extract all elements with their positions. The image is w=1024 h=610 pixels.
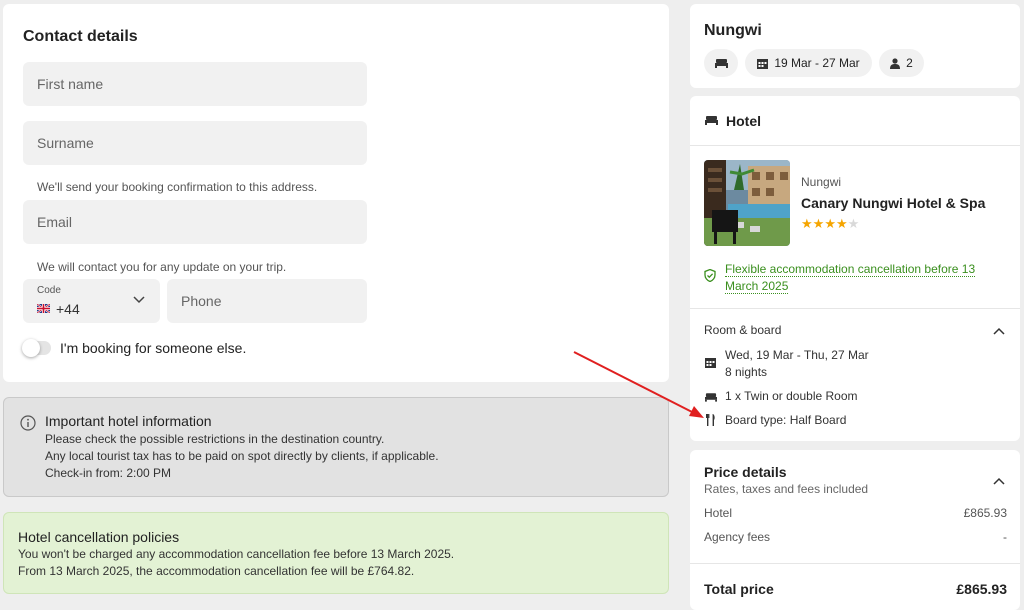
divider <box>690 145 1020 146</box>
star-icon: ★ <box>801 216 813 231</box>
price-details-subtitle: Rates, taxes and fees included <box>704 482 869 496</box>
info-icon <box>20 415 36 431</box>
country-code-value: +44 <box>56 301 80 317</box>
hotel-section-title: Hotel <box>726 113 761 129</box>
email-input[interactable] <box>23 200 367 244</box>
booking-for-someone-toggle[interactable] <box>22 339 51 357</box>
guests-pill: 2 <box>879 49 924 77</box>
country-code-select[interactable]: Code +44 <box>23 279 160 323</box>
cancellation-policy-box: Hotel cancellation policies You won't be… <box>3 512 669 594</box>
stay-nights: 8 nights <box>725 365 768 379</box>
star-icon: ★ <box>824 216 836 231</box>
phone-input[interactable] <box>167 279 367 323</box>
hotel-info-box: Important hotel information Please check… <box>3 397 669 497</box>
hotel-star-rating: ★★★★★ <box>801 215 859 233</box>
price-agency-value: - <box>1003 530 1007 544</box>
uk-flag-icon <box>37 304 50 313</box>
hotel-location: Nungwi <box>801 175 842 189</box>
total-price-label: Total price <box>704 581 774 597</box>
dates-pill: 19 Mar - 27 Mar <box>745 49 872 77</box>
bed-icon <box>714 58 728 68</box>
flexible-cancellation-text-1: Flexible accommodation cancellation befo… <box>725 262 976 277</box>
flexible-cancellation-link[interactable]: Flexible accommodation cancellation befo… <box>725 261 1005 295</box>
price-details-collapse-chevron-up-icon[interactable] <box>993 477 1005 485</box>
hotel-info-line-2: Any local tourist tax has to be paid on … <box>45 449 439 463</box>
email-hint: We'll send your booking confirmation to … <box>37 180 318 194</box>
trip-summary-card: Nungwi 19 Mar - 27 Mar 2 <box>690 4 1020 88</box>
hotel-info-line-3: Check-in from: 2:00 PM <box>45 466 172 480</box>
cancellation-line-1: You won't be charged any accommodation c… <box>18 547 455 561</box>
total-price-value: £865.93 <box>956 581 1007 597</box>
price-agency-label: Agency fees <box>704 530 771 544</box>
divider <box>690 563 1020 564</box>
cancellation-title: Hotel cancellation policies <box>18 529 180 545</box>
person-icon <box>890 57 901 69</box>
fork-knife-icon <box>706 414 716 426</box>
star-empty-icon: ★ <box>847 216 860 231</box>
hotel-pill <box>704 49 738 77</box>
shield-check-icon <box>704 269 716 282</box>
room-type: 1 x Twin or double Room <box>725 389 858 403</box>
calendar-icon <box>705 357 716 368</box>
star-icon: ★ <box>835 216 848 231</box>
code-label: Code <box>37 285 61 296</box>
price-details-card: Price details Rates, taxes and fees incl… <box>690 450 1020 610</box>
room-board-collapse-chevron-up-icon[interactable] <box>993 327 1005 335</box>
guests-count: 2 <box>906 56 913 70</box>
price-hotel-label: Hotel <box>704 506 733 520</box>
chevron-down-icon <box>133 296 145 304</box>
board-type: Board type: Half Board <box>725 413 847 427</box>
stay-dates: Wed, 19 Mar - Thu, 27 Mar <box>725 348 869 362</box>
price-details-title: Price details <box>704 464 787 480</box>
contact-details-title: Contact details <box>23 28 138 45</box>
bed-icon <box>705 392 717 402</box>
hotel-info-title: Important hotel information <box>45 413 212 429</box>
destination-title: Nungwi <box>704 22 762 39</box>
dates-text: 19 Mar - 27 Mar <box>774 56 860 70</box>
calendar-icon <box>757 58 769 69</box>
hotel-name: Canary Nungwi Hotel & Spa <box>801 195 986 211</box>
room-board-title: Room & board <box>704 323 782 337</box>
hotel-card: Hotel Nungwi Canary Nungwi Hotel & Spa ★… <box>690 96 1020 441</box>
price-hotel-value: £865.93 <box>963 506 1007 520</box>
surname-input[interactable] <box>23 121 367 165</box>
cancellation-line-2: From 13 March 2025, the accommodation ca… <box>18 564 415 578</box>
first-name-input[interactable] <box>23 62 367 106</box>
bed-icon <box>705 115 718 125</box>
hotel-photo <box>704 160 790 246</box>
flexible-cancellation-text-2: March 2025 <box>725 279 789 294</box>
contact-details-card: Contact details We'll send your booking … <box>3 4 669 382</box>
star-icon: ★ <box>812 216 825 231</box>
phone-hint: We will contact you for any update on yo… <box>37 260 287 274</box>
divider <box>690 308 1020 309</box>
toggle-knob <box>22 339 40 357</box>
booking-for-someone-label: I'm booking for someone else. <box>60 340 247 356</box>
hotel-info-line-1: Please check the possible restrictions i… <box>45 432 385 446</box>
